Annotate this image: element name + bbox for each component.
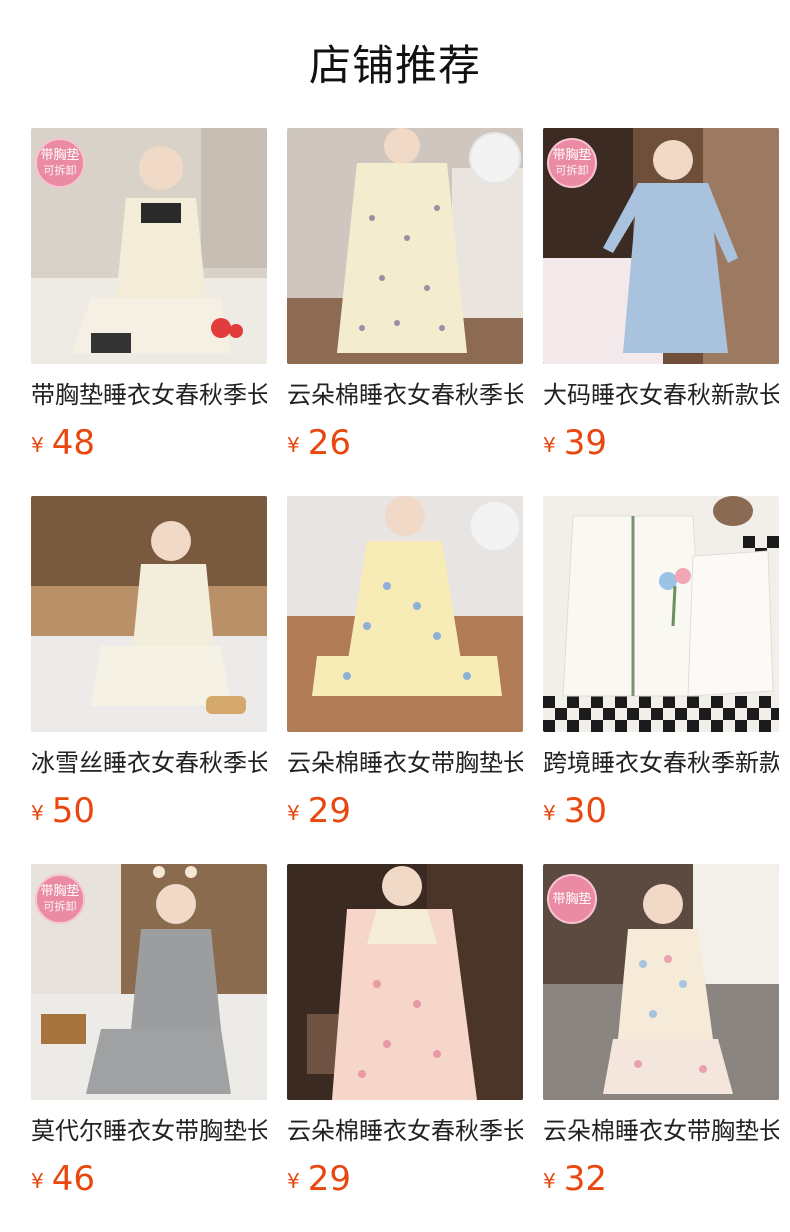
product-image[interactable]	[287, 128, 523, 364]
product-card[interactable]: 带胸垫 可拆卸 莫代尔睡衣女带胸垫长袖 ¥46	[31, 864, 267, 1232]
product-price: ¥46	[31, 1158, 267, 1200]
product-card[interactable]: 云朵棉睡衣女春秋季长袖 ¥29	[287, 864, 523, 1232]
product-image[interactable]	[31, 496, 267, 732]
product-card[interactable]: 带胸垫 可拆卸 带胸垫睡衣女春秋季长袖 ¥48	[31, 128, 267, 496]
product-price: ¥29	[287, 1158, 523, 1200]
product-price: ¥39	[543, 422, 779, 464]
product-card[interactable]: 云朵棉睡衣女春秋季长袖 ¥26	[287, 128, 523, 496]
product-image[interactable]	[543, 496, 779, 732]
price-value: 50	[51, 791, 95, 831]
product-card[interactable]: 跨境睡衣女春秋季新款长袖 ¥30	[543, 496, 779, 864]
product-price: ¥30	[543, 790, 779, 832]
badge-line-1: 带胸垫	[552, 891, 592, 907]
page-title: 店铺推荐	[308, 41, 481, 90]
badge-line-2: 可拆卸	[43, 164, 77, 177]
product-image[interactable]	[287, 864, 523, 1100]
badge-line-1: 带胸垫	[552, 148, 592, 163]
currency-symbol: ¥	[287, 801, 300, 825]
currency-symbol: ¥	[543, 433, 556, 457]
price-value: 32	[563, 1159, 607, 1199]
chest-pad-badge: 带胸垫	[547, 874, 597, 924]
product-card[interactable]: 带胸垫 可拆卸 大码睡衣女春秋新款长袖 ¥39	[543, 128, 779, 496]
price-value: 46	[51, 1159, 95, 1199]
currency-symbol: ¥	[287, 433, 300, 457]
badge-line-2: 可拆卸	[555, 164, 589, 177]
product-image[interactable]: 带胸垫	[543, 864, 779, 1100]
badge-line-2: 可拆卸	[43, 900, 77, 913]
badge-line-1: 带胸垫	[40, 148, 80, 163]
currency-symbol: ¥	[31, 1169, 44, 1193]
product-image[interactable]: 带胸垫 可拆卸	[543, 128, 779, 364]
currency-symbol: ¥	[543, 1169, 556, 1193]
product-name[interactable]: 跨境睡衣女春秋季新款长袖	[543, 746, 779, 780]
product-name[interactable]: 云朵棉睡衣女春秋季长袖	[287, 1114, 523, 1148]
chest-pad-icon	[469, 500, 521, 552]
chest-pad-badge: 带胸垫 可拆卸	[547, 138, 597, 188]
product-price: ¥26	[287, 422, 523, 464]
currency-symbol: ¥	[287, 1169, 300, 1193]
product-grid: 带胸垫 可拆卸 带胸垫睡衣女春秋季长袖 ¥48	[31, 128, 779, 1232]
product-price: ¥48	[31, 422, 267, 464]
product-price: ¥32	[543, 1158, 779, 1200]
product-price: ¥29	[287, 790, 523, 832]
price-value: 29	[307, 1159, 351, 1199]
product-name[interactable]: 莫代尔睡衣女带胸垫长袖	[31, 1114, 267, 1148]
product-card[interactable]: 带胸垫 云朵棉睡衣女带胸垫长袖 ¥32	[543, 864, 779, 1232]
currency-symbol: ¥	[31, 433, 44, 457]
product-image[interactable]: 带胸垫 可拆卸	[31, 864, 267, 1100]
chest-pad-icon	[469, 132, 521, 184]
chest-pad-badge: 带胸垫 可拆卸	[35, 874, 85, 924]
product-name[interactable]: 云朵棉睡衣女带胸垫长袖	[287, 746, 523, 780]
price-value: 30	[563, 791, 607, 831]
product-name[interactable]: 云朵棉睡衣女带胸垫长袖	[543, 1114, 779, 1148]
product-name[interactable]: 大码睡衣女春秋新款长袖	[543, 378, 779, 412]
product-card[interactable]: 冰雪丝睡衣女春秋季长袖 ¥50	[31, 496, 267, 864]
currency-symbol: ¥	[31, 801, 44, 825]
product-name[interactable]: 带胸垫睡衣女春秋季长袖	[31, 378, 267, 412]
price-value: 39	[563, 423, 607, 463]
product-name[interactable]: 云朵棉睡衣女春秋季长袖	[287, 378, 523, 412]
product-price: ¥50	[31, 790, 267, 832]
price-value: 26	[307, 423, 351, 463]
badge-line-1: 带胸垫	[40, 884, 80, 899]
currency-symbol: ¥	[543, 801, 556, 825]
price-value: 29	[307, 791, 351, 831]
product-image[interactable]	[287, 496, 523, 732]
price-value: 48	[51, 423, 95, 463]
chest-pad-badge: 带胸垫 可拆卸	[35, 138, 85, 188]
product-image[interactable]: 带胸垫 可拆卸	[31, 128, 267, 364]
product-card[interactable]: 云朵棉睡衣女带胸垫长袖 ¥29	[287, 496, 523, 864]
product-name[interactable]: 冰雪丝睡衣女春秋季长袖	[31, 746, 267, 780]
